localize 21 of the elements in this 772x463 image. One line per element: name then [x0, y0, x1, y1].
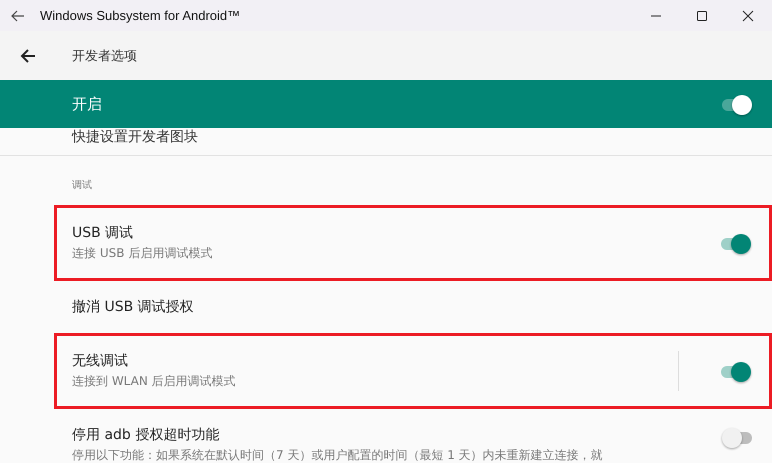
- toggle-switch[interactable]: [720, 93, 752, 115]
- maximize-icon[interactable]: [696, 10, 708, 22]
- category-title: 调试: [72, 178, 93, 192]
- master-switch-bar[interactable]: 开启: [0, 80, 772, 128]
- setting-summary: 连接到 WLAN 后启用调试模式: [72, 373, 237, 390]
- setting-summary: 停用以下功能：如果系统在默认时间（7 天）或用户配置的时间（最短 1 天）内未重新建立连接，就: [72, 447, 604, 463]
- back-icon[interactable]: [11, 10, 25, 22]
- setting-summary: 连接 USB 后启用调试模式: [72, 245, 214, 262]
- back-arrow-icon[interactable]: [20, 48, 36, 64]
- close-icon[interactable]: [742, 10, 754, 22]
- page-title: 开发者选项: [72, 48, 137, 64]
- setting-title[interactable]: 停用 adb 授权超时功能: [72, 426, 712, 444]
- window-title: Windows Subsystem for Android™: [40, 8, 240, 23]
- toggle-switch[interactable]: [719, 232, 751, 254]
- switch-label: 开启: [72, 94, 102, 114]
- setting-title[interactable]: 快捷设置开发者图块: [72, 129, 198, 145]
- toggle-switch[interactable]: [719, 360, 751, 382]
- setting-title[interactable]: 撤消 USB 调试授权: [72, 298, 754, 316]
- toggle-switch[interactable]: [722, 426, 754, 448]
- setting-title[interactable]: 无线调试: [72, 352, 678, 370]
- setting-title[interactable]: USB 调试: [72, 224, 709, 242]
